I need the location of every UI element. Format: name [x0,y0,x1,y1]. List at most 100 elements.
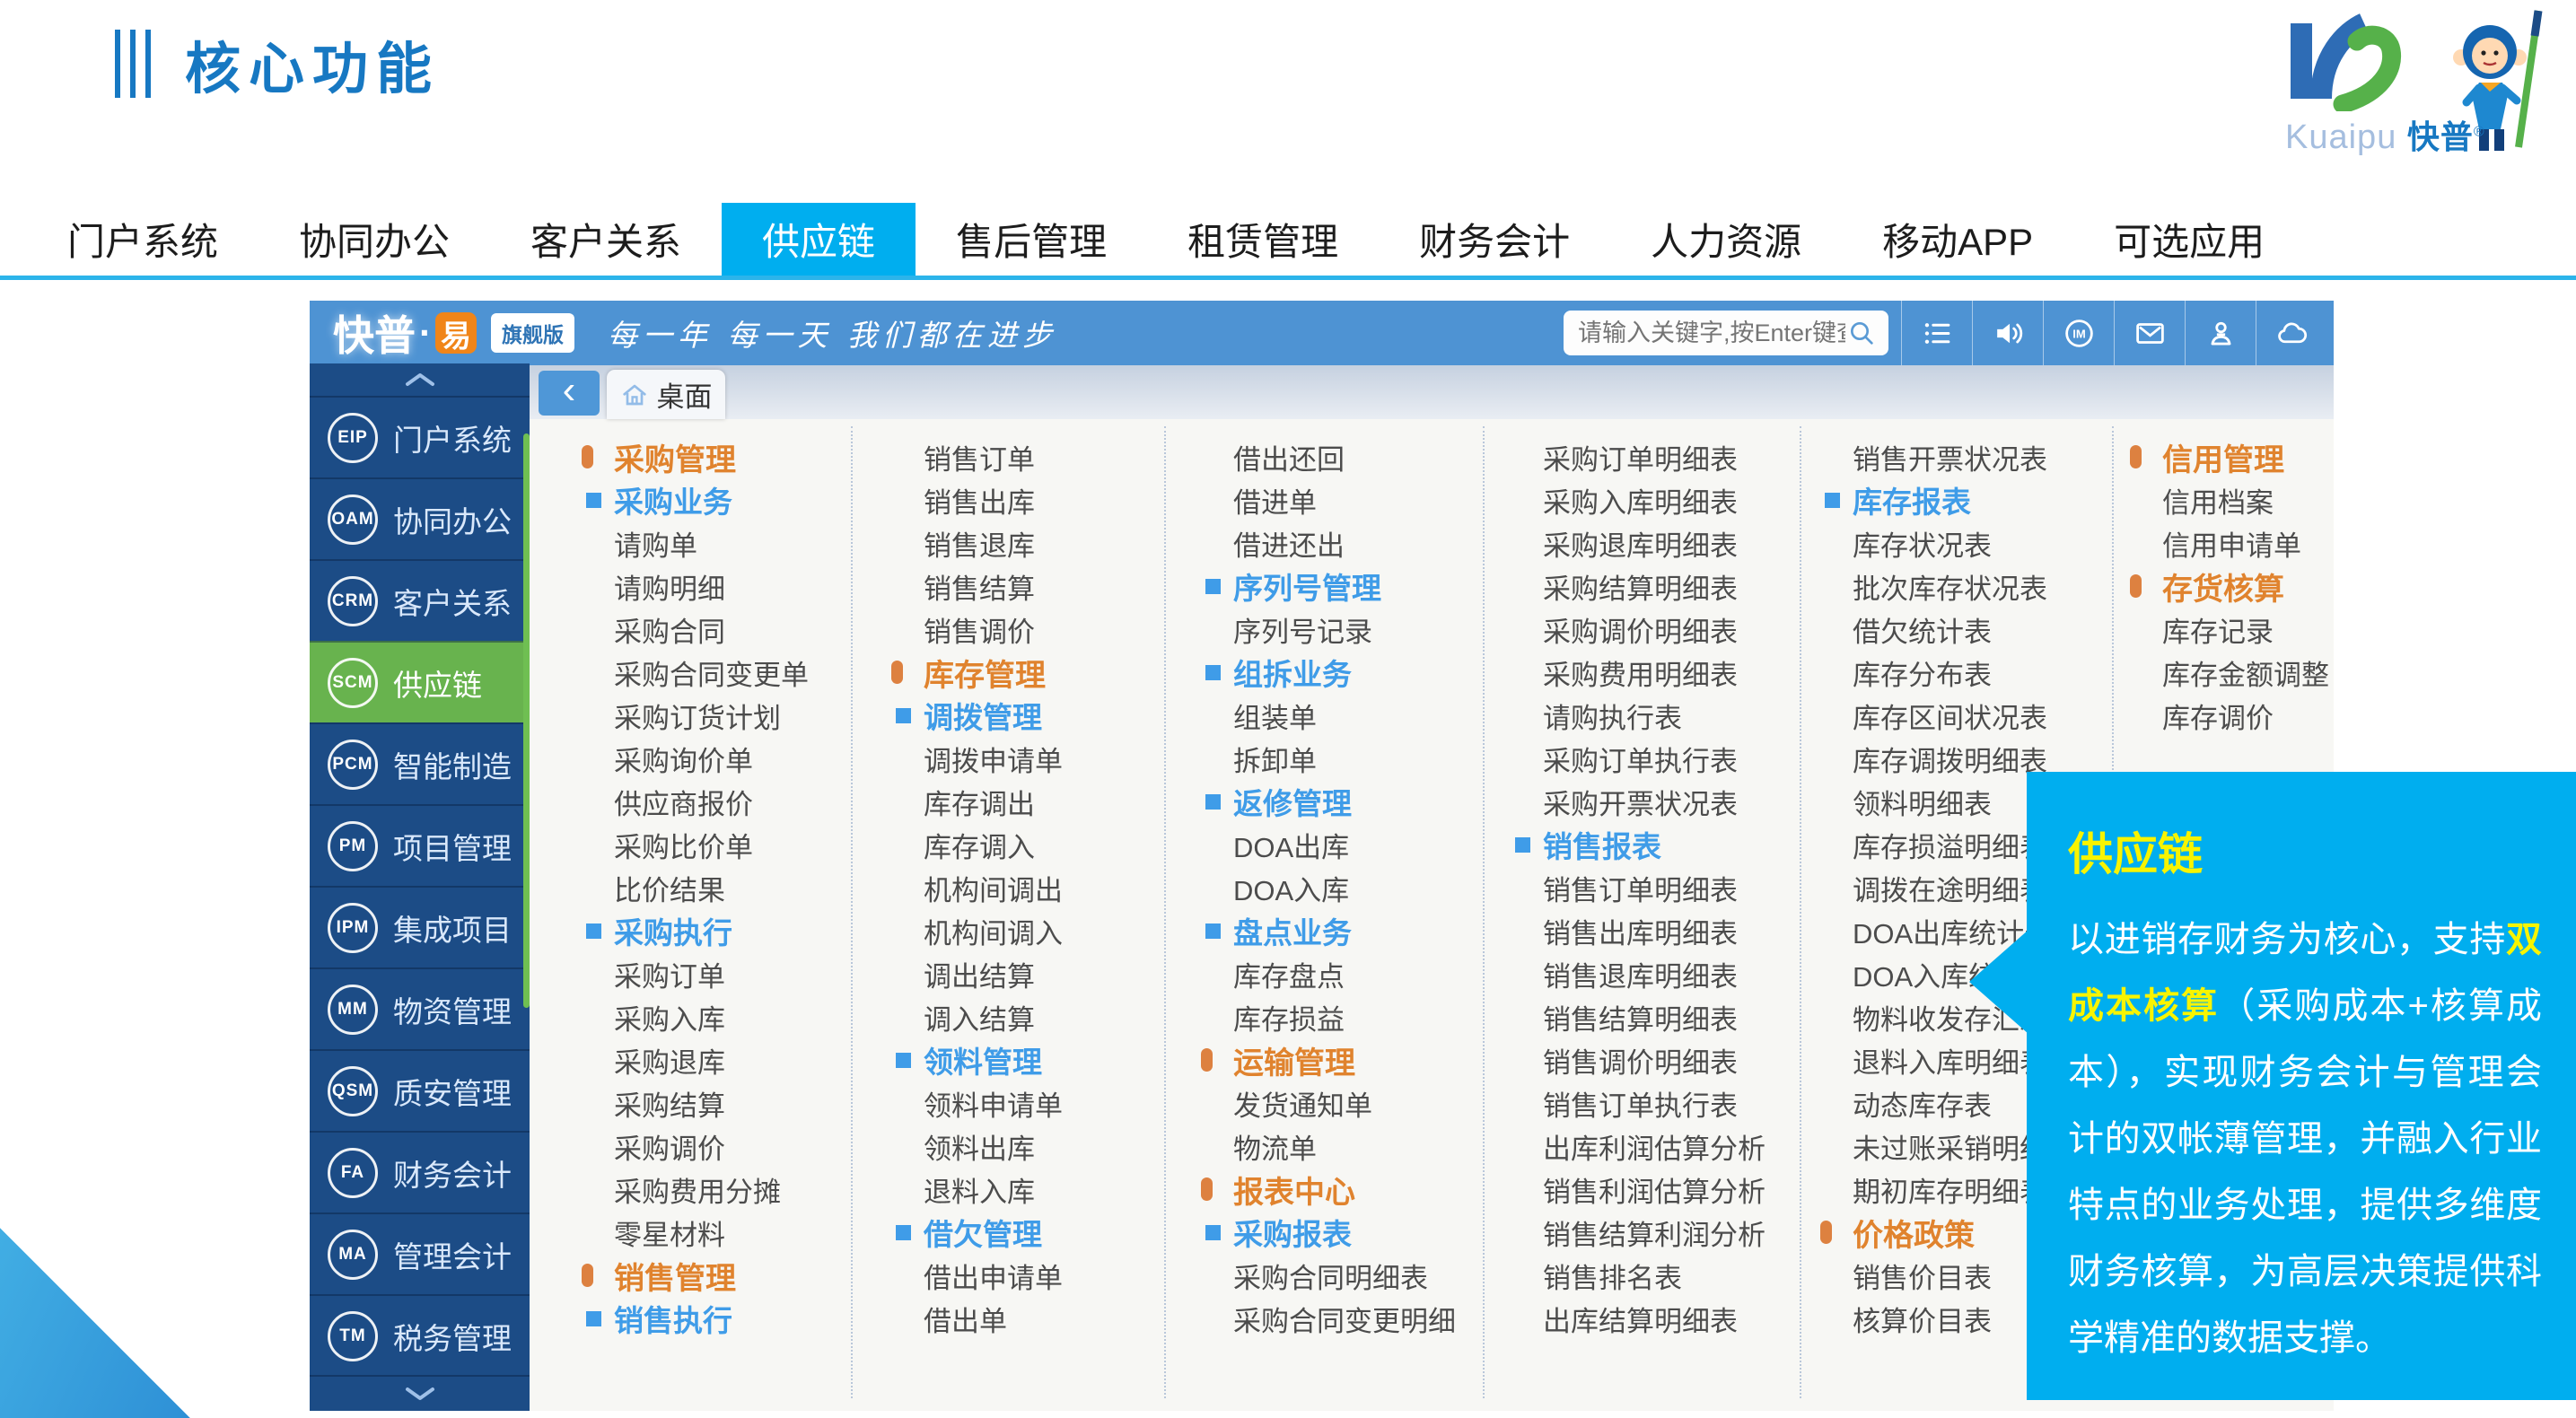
menu-item[interactable]: 库存区间状况表 [1811,694,2090,737]
menu-item[interactable]: 采购订单明细表 [1502,435,1780,478]
menu-item[interactable]: 批次库存状况表 [1811,565,2090,608]
menu-subsection-link[interactable]: 借欠管理 [882,1211,1161,1254]
nav-tab-2[interactable]: 协同办公 [258,203,490,276]
menu-item[interactable]: 借欠统计表 [1811,608,2090,651]
menu-item[interactable]: 序列号记录 [1192,608,1470,651]
menu-item[interactable]: 供应商报价 [573,780,851,823]
menu-item[interactable]: 信用申请单 [2121,521,2326,565]
menu-item[interactable]: 请购执行表 [1502,694,1780,737]
menu-item[interactable]: 采购合同变更明细 [1192,1297,1470,1340]
nav-tab-5[interactable]: 售后管理 [916,203,1147,276]
sidebar-item-scm[interactable]: SCM供应链 [310,641,530,722]
menu-item[interactable]: 销售调价 [882,608,1161,651]
menu-item[interactable]: 采购费用分摊 [573,1168,851,1211]
menu-item[interactable]: 采购结算 [573,1081,851,1125]
menu-item[interactable]: 库存分布表 [1811,651,2090,694]
mail-icon[interactable] [2114,301,2185,365]
menu-subsection-link[interactable]: 调拨管理 [882,694,1161,737]
menu-item[interactable]: 库存盘点 [1192,952,1470,995]
menu-item[interactable]: 借出申请单 [882,1254,1161,1297]
menu-item[interactable]: 采购调价明细表 [1502,608,1780,651]
cloud-icon[interactable] [2256,301,2326,365]
menu-item[interactable]: 采购退库明细表 [1502,521,1780,565]
menu-item[interactable]: 销售结算利润分析 [1502,1211,1780,1254]
menu-item[interactable]: 采购订单 [573,952,851,995]
menu-item[interactable]: 库存记录 [2121,608,2326,651]
menu-item[interactable]: 采购费用明细表 [1502,651,1780,694]
menu-item[interactable]: 机构间调入 [882,909,1161,952]
menu-subsection-link[interactable]: 序列号管理 [1192,565,1470,608]
sidebar-scroll-down-button[interactable] [310,1375,530,1411]
menu-item[interactable]: 采购询价单 [573,737,851,780]
menu-item[interactable]: 销售排名表 [1502,1254,1780,1297]
menu-item[interactable]: 领料申请单 [882,1081,1161,1125]
menu-item[interactable]: 库存调价 [2121,694,2326,737]
menu-item[interactable]: 采购开票状况表 [1502,780,1780,823]
nav-tab-7[interactable]: 财务会计 [1379,203,1610,276]
sidebar-item-oam[interactable]: OAM协同办公 [310,477,530,559]
sidebar-item-pm[interactable]: PM项目管理 [310,804,530,886]
menu-item[interactable]: 销售调价明细表 [1502,1038,1780,1081]
menu-subsection-link[interactable]: 盘点业务 [1192,909,1470,952]
menu-item[interactable]: 零星材料 [573,1211,851,1254]
menu-item[interactable]: 采购比价单 [573,823,851,866]
menu-subsection-link[interactable]: 领料管理 [882,1038,1161,1081]
menu-item[interactable]: 组装单 [1192,694,1470,737]
menu-item[interactable]: DOA入库 [1192,866,1470,909]
menu-item[interactable]: 采购结算明细表 [1502,565,1780,608]
menu-item[interactable]: DOA出库 [1192,823,1470,866]
sidebar-item-tm[interactable]: TM税务管理 [310,1294,530,1376]
menu-item[interactable]: 销售利润估算分析 [1502,1168,1780,1211]
sidebar-item-crm[interactable]: CRM客户关系 [310,559,530,641]
menu-item[interactable]: 借出单 [882,1297,1161,1340]
menu-item[interactable]: 拆卸单 [1192,737,1470,780]
menu-item[interactable]: 请购明细 [573,565,851,608]
sidebar-item-ipm[interactable]: IPM集成项目 [310,886,530,967]
menu-item[interactable]: 采购入库 [573,995,851,1038]
sidebar-item-ma[interactable]: MA管理会计 [310,1212,530,1294]
sidebar-item-pcm[interactable]: PCM智能制造 [310,722,530,804]
menu-item[interactable]: 库存损益 [1192,995,1470,1038]
menu-item[interactable]: 采购入库明细表 [1502,478,1780,521]
menu-item[interactable]: 采购合同明细表 [1192,1254,1470,1297]
im-icon[interactable]: IM [2043,301,2114,365]
menu-item[interactable]: 调出结算 [882,952,1161,995]
menu-item[interactable]: 出库利润估算分析 [1502,1125,1780,1168]
menu-item[interactable]: 物流单 [1192,1125,1470,1168]
user-icon[interactable] [2185,301,2256,365]
menu-item[interactable]: 库存状况表 [1811,521,2090,565]
menu-subsection-link[interactable]: 销售报表 [1502,823,1780,866]
nav-tab-3[interactable]: 客户关系 [490,203,722,276]
menu-item[interactable]: 销售订单明细表 [1502,866,1780,909]
sidebar-item-fa[interactable]: FA财务会计 [310,1131,530,1212]
menu-item[interactable]: 调拨申请单 [882,737,1161,780]
menu-item[interactable]: 借进还出 [1192,521,1470,565]
nav-tab-9[interactable]: 移动APP [1842,203,2073,276]
menu-item[interactable]: 销售出库明细表 [1502,909,1780,952]
speaker-icon[interactable] [1972,301,2043,365]
menu-item[interactable]: 出库结算明细表 [1502,1297,1780,1340]
tab-desktop[interactable]: 桌面 [607,370,725,419]
list-icon[interactable] [1901,301,1972,365]
menu-item[interactable]: 销售订单 [882,435,1161,478]
menu-subsection-link[interactable]: 组拆业务 [1192,651,1470,694]
menu-subsection-link[interactable]: 采购业务 [573,478,851,521]
menu-item[interactable]: 销售结算明细表 [1502,995,1780,1038]
menu-item[interactable]: 销售出库 [882,478,1161,521]
menu-item[interactable]: 借进单 [1192,478,1470,521]
sidebar-item-qsm[interactable]: QSM质安管理 [310,1049,530,1131]
menu-item[interactable]: 销售退库 [882,521,1161,565]
menu-item[interactable]: 机构间调出 [882,866,1161,909]
menu-item[interactable]: 库存调入 [882,823,1161,866]
menu-item[interactable]: 销售订单执行表 [1502,1081,1780,1125]
menu-item[interactable]: 比价结果 [573,866,851,909]
sidebar-scrollbar[interactable] [523,433,530,1008]
sidebar-scroll-up-button[interactable] [310,363,530,396]
menu-item[interactable]: 库存金额调整 [2121,651,2326,694]
menu-item[interactable]: 销售开票状况表 [1811,435,2090,478]
menu-item[interactable]: 退料入库 [882,1168,1161,1211]
menu-item[interactable]: 采购退库 [573,1038,851,1081]
menu-subsection-link[interactable]: 返修管理 [1192,780,1470,823]
search-input[interactable] [1576,319,1847,348]
menu-item[interactable]: 销售退库明细表 [1502,952,1780,995]
